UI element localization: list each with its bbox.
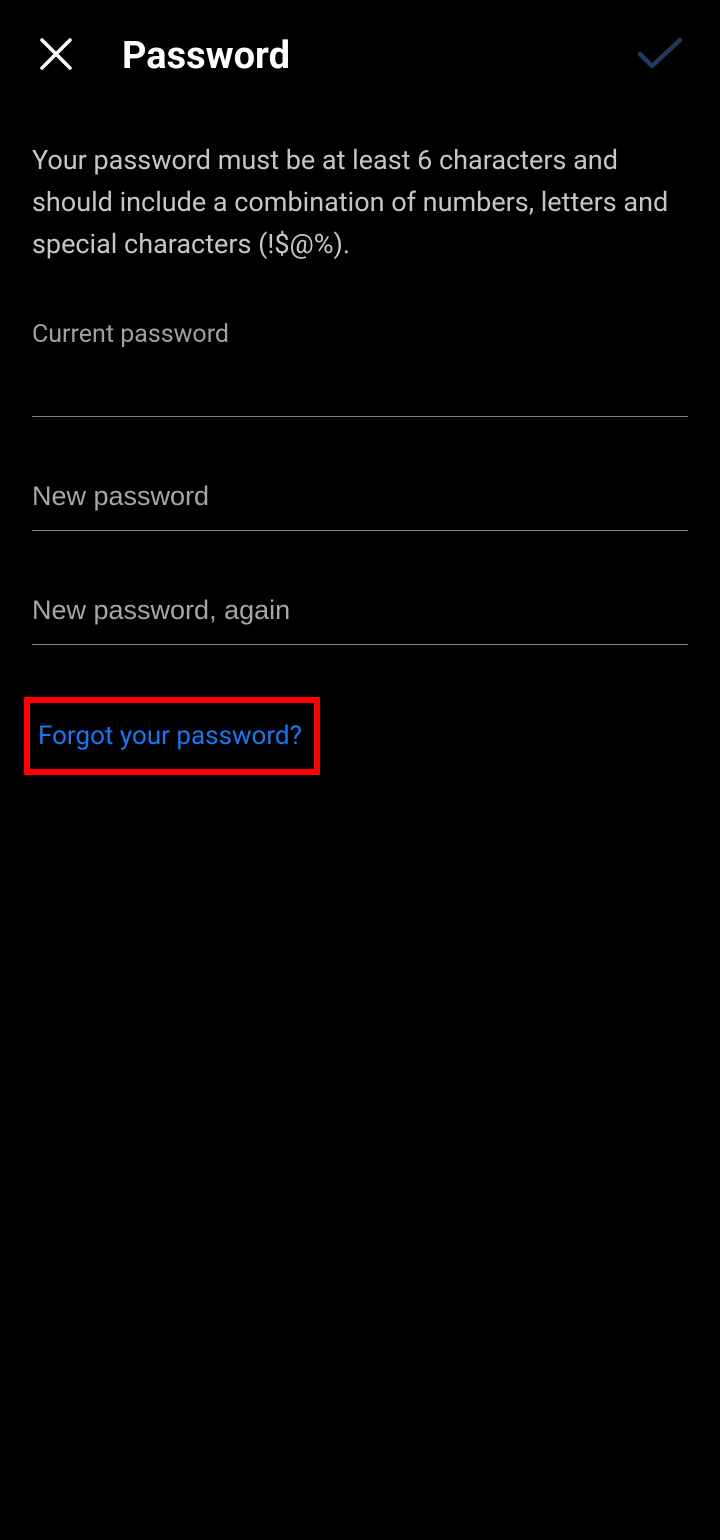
confirm-button[interactable] <box>632 28 688 84</box>
header: Password <box>0 0 720 112</box>
new-password-again-input[interactable] <box>32 569 688 645</box>
highlight-annotation: Forgot your password? <box>24 697 320 775</box>
password-requirements-text: Your password must be at least 6 charact… <box>32 140 688 266</box>
new-password-input[interactable] <box>32 455 688 531</box>
checkmark-icon <box>632 34 688 78</box>
new-password-group <box>32 455 688 531</box>
current-password-input[interactable] <box>32 353 688 417</box>
current-password-label: Current password <box>32 320 688 349</box>
close-button[interactable] <box>32 32 80 80</box>
forgot-password-link[interactable]: Forgot your password? <box>34 707 306 765</box>
close-icon <box>36 34 76 78</box>
current-password-group: Current password <box>32 320 688 417</box>
page-title: Password <box>122 34 290 78</box>
new-password-again-group <box>32 569 688 645</box>
content-area: Your password must be at least 6 charact… <box>0 112 720 775</box>
